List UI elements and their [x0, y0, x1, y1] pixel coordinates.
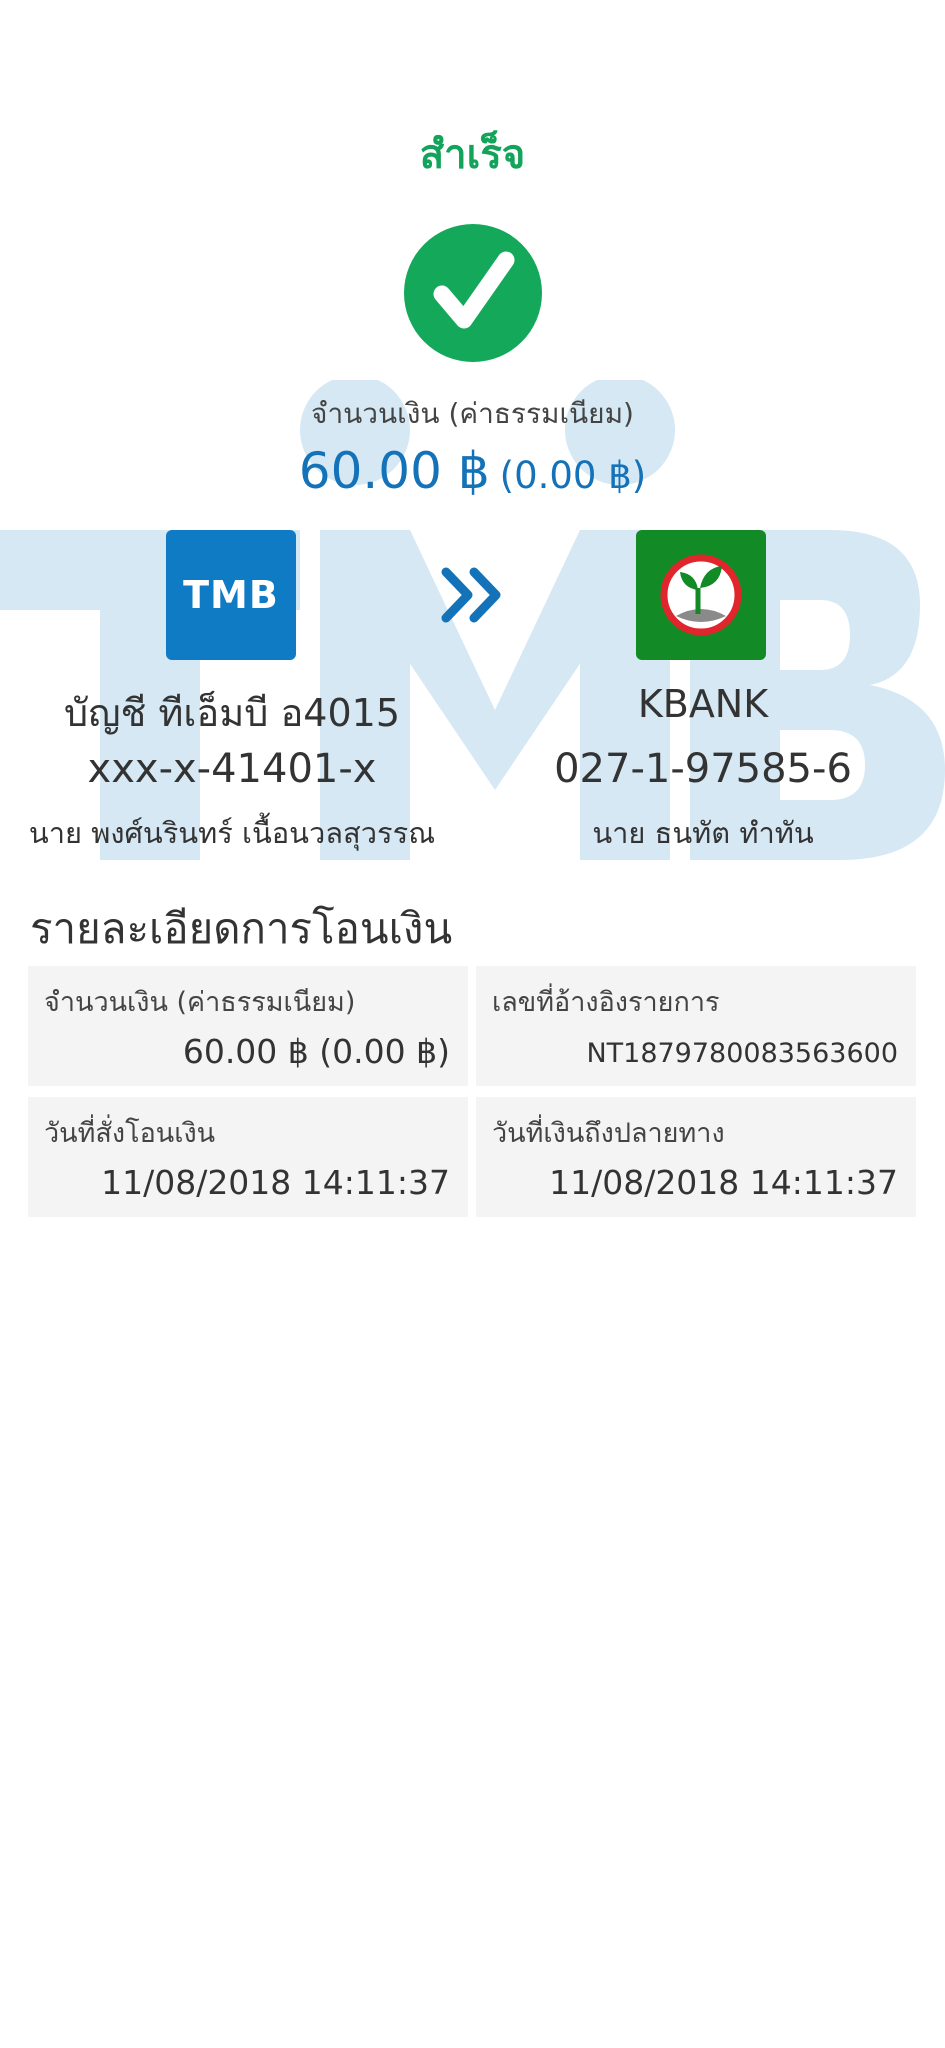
to-account-owner: นาย ธนทัต ทำทัน	[592, 816, 814, 850]
from-account-owner: นาย พงศ์นรินทร์ เนื้อนวลสุวรรณ	[28, 816, 436, 850]
detail-card-reference: เลขที่อ้างอิงรายการ NT1879780083563600	[476, 966, 916, 1086]
to-account-name: KBANK	[637, 682, 769, 726]
detail-card-amount: จำนวนเงิน (ค่าธรรมเนียม) 60.00 ฿ (0.00 ฿…	[28, 966, 468, 1086]
details-heading: รายละเอียดการโอนเงิน	[30, 904, 453, 953]
detail-card-order-date: วันที่สั่งโอนเงิน 11/08/2018 14:11:37	[28, 1097, 468, 1217]
status-title: สำเร็จ	[419, 132, 526, 178]
from-account-name: บัญชี ทีเอ็มบี อ4015	[63, 691, 400, 735]
detail-label: วันที่สั่งโอนเงิน	[44, 1118, 216, 1149]
amount-display: 60.00 ฿ (0.00 ฿)	[0, 442, 945, 500]
detail-value: 11/08/2018 14:11:37	[101, 1163, 450, 1202]
detail-label: วันที่เงินถึงปลายทาง	[492, 1118, 725, 1149]
detail-value: 11/08/2018 14:11:37	[549, 1163, 898, 1202]
check-circle-icon	[404, 224, 542, 362]
detail-card-arrival-date: วันที่เงินถึงปลายทาง 11/08/2018 14:11:37	[476, 1097, 916, 1217]
kbank-logo-icon	[636, 530, 766, 660]
detail-label: เลขที่อ้างอิงรายการ	[492, 987, 720, 1018]
detail-value: NT1879780083563600	[586, 1038, 898, 1069]
detail-label: จำนวนเงิน (ค่าธรรมเนียม)	[44, 987, 356, 1018]
detail-value: 60.00 ฿ (0.00 ฿)	[182, 1032, 450, 1071]
to-account-number: 027-1-97585-6	[554, 746, 852, 792]
double-chevron-right-icon	[441, 567, 501, 623]
amount-label: จำนวนเงิน (ค่าธรรมเนียม)	[311, 397, 634, 430]
amount-value: 60.00 ฿	[298, 442, 490, 500]
tmb-logo-text: TMB	[183, 573, 279, 617]
amount-fee: (0.00 ฿)	[499, 454, 647, 497]
from-account-number: xxx-x-41401-x	[87, 746, 377, 792]
tmb-logo-icon: TMB	[166, 530, 296, 660]
